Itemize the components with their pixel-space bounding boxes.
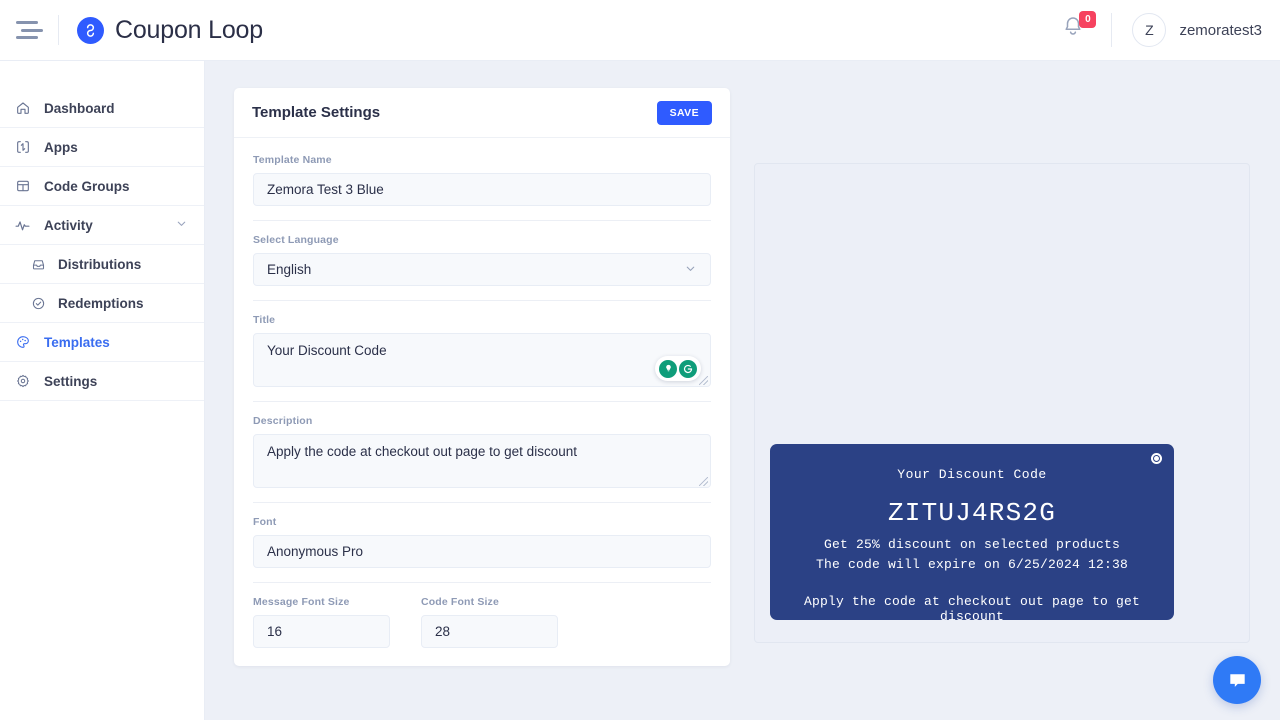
sidebar-item-label: Code Groups xyxy=(44,178,130,194)
description-textarea[interactable]: Apply the code at checkout out page to g… xyxy=(253,434,711,488)
sidebar-item-redemptions[interactable]: Redemptions xyxy=(0,284,204,323)
field-message-font-size: Message Font Size 16 xyxy=(253,596,390,648)
sidebar-item-apps[interactable]: Apps xyxy=(0,128,204,167)
chevron-down-icon[interactable] xyxy=(175,217,188,233)
font-label: Font xyxy=(253,516,277,528)
field-select-language: Select Language English xyxy=(253,234,711,286)
card-body: Template Name Zemora Test 3 Blue Select … xyxy=(234,138,730,666)
sidebar-item-settings[interactable]: Settings xyxy=(0,362,204,401)
description-value: Apply the code at checkout out page to g… xyxy=(267,444,577,459)
divider xyxy=(253,502,711,503)
coupon-line-1: Get 25% discount on selected products xyxy=(823,537,1121,552)
user-name: zemoratest3 xyxy=(1179,21,1262,39)
code-font-size-label: Code Font Size xyxy=(421,596,499,608)
save-button[interactable]: SAVE xyxy=(656,100,712,125)
field-template-name: Template Name Zemora Test 3 Blue xyxy=(253,154,711,206)
divider xyxy=(253,401,711,402)
field-font: Font Anonymous Pro xyxy=(253,516,711,568)
grammarly-refresh-icon[interactable] xyxy=(679,359,697,378)
coupon-message: Apply the code at checkout out page to g… xyxy=(803,594,1141,624)
title-label: Title xyxy=(253,314,276,326)
sidebar-item-dashboard[interactable]: Dashboard xyxy=(0,89,204,128)
description-label: Description xyxy=(253,415,313,427)
sidebar-item-label: Distributions xyxy=(58,256,142,272)
field-background-color: Background Color xyxy=(253,665,390,666)
lightbulb-icon[interactable] xyxy=(659,359,677,378)
background-color-label: Background Color xyxy=(253,665,390,666)
sidebar-item-label: Apps xyxy=(44,139,78,155)
brand-name: Coupon Loop xyxy=(115,15,263,44)
font-size-row: Message Font Size 16 Code Font Size 28 xyxy=(253,596,711,648)
sidebar-item-label: Settings xyxy=(44,373,98,389)
template-name-input[interactable]: Zemora Test 3 Blue xyxy=(253,173,711,206)
title-textarea[interactable]: Your Discount Code xyxy=(253,333,711,387)
gear-icon xyxy=(14,373,31,390)
notifications-button[interactable]: 0 xyxy=(1061,11,1097,46)
sidebar-item-distributions[interactable]: Distributions xyxy=(0,245,204,284)
field-description: Description Apply the code at checkout o… xyxy=(253,415,711,488)
main-content: Template Settings SAVE Template Name Zem… xyxy=(205,61,1280,720)
header-divider-2 xyxy=(1111,13,1113,47)
sidebar-item-templates[interactable]: Templates xyxy=(0,323,204,362)
select-language-value: English xyxy=(267,262,312,277)
field-font-color: Font Color xyxy=(421,665,621,666)
message-font-size-input[interactable]: 16 xyxy=(253,615,390,648)
sidebar-item-label: Dashboard xyxy=(44,100,115,116)
card-header: Template Settings SAVE xyxy=(234,88,730,138)
divider xyxy=(253,220,711,221)
coupon-loop-logo-icon xyxy=(77,16,104,44)
inbox-icon xyxy=(30,256,46,272)
sidebar-item-label: Redemptions xyxy=(58,295,144,311)
title-value: Your Discount Code xyxy=(267,343,387,358)
layout-icon xyxy=(14,178,31,195)
app-header: Coupon Loop 0 Z zemoratest3 xyxy=(0,0,1280,61)
sidebar-item-activity[interactable]: Activity xyxy=(0,206,204,245)
user-menu[interactable]: Z zemoratest3 xyxy=(1132,13,1262,47)
chat-widget-button[interactable] xyxy=(1213,656,1261,704)
sidebar-item-label: Activity xyxy=(44,217,93,233)
hamburger-icon[interactable] xyxy=(16,21,43,39)
activity-icon xyxy=(14,217,31,234)
grammarly-widget[interactable] xyxy=(655,356,701,381)
avatar: Z xyxy=(1132,13,1167,47)
coupon-loop-mark-icon xyxy=(1151,453,1162,464)
color-row: Background Color Font Color xyxy=(253,665,711,666)
font-color-label: Font Color xyxy=(421,665,621,666)
home-icon xyxy=(14,100,31,117)
resize-grip[interactable] xyxy=(699,477,708,486)
chevron-down-icon xyxy=(684,262,697,278)
apps-icon xyxy=(14,139,31,156)
template-settings-card: Template Settings SAVE Template Name Zem… xyxy=(234,88,730,666)
coupon-code: ZITUJ4RS2G xyxy=(887,498,1057,528)
sidebar-item-label: Templates xyxy=(44,334,110,350)
select-language-dropdown[interactable]: English xyxy=(253,253,711,286)
sidebar: Dashboard Apps Code Groups Activity Dist… xyxy=(0,61,205,720)
palette-icon xyxy=(14,334,31,351)
select-language-label: Select Language xyxy=(253,234,339,246)
field-title: Title Your Discount Code xyxy=(253,314,711,387)
chat-bubble-icon xyxy=(1229,673,1245,687)
divider xyxy=(253,300,711,301)
coupon-title: Your Discount Code xyxy=(897,467,1047,482)
brand[interactable]: Coupon Loop xyxy=(77,16,263,45)
code-font-size-input[interactable]: 28 xyxy=(421,615,558,648)
message-font-size-label: Message Font Size xyxy=(253,596,350,608)
header-divider xyxy=(58,15,59,45)
template-name-label: Template Name xyxy=(253,154,332,166)
resize-grip[interactable] xyxy=(699,376,708,385)
sidebar-item-code-groups[interactable]: Code Groups xyxy=(0,167,204,206)
notification-count-badge: 0 xyxy=(1079,11,1097,28)
header-right: 0 Z zemoratest3 xyxy=(1061,11,1280,47)
divider xyxy=(253,582,711,583)
font-input[interactable]: Anonymous Pro xyxy=(253,535,711,568)
check-circle-icon xyxy=(30,295,46,311)
field-code-font-size: Code Font Size 28 xyxy=(421,596,558,648)
coupon-preview-panel: Your Discount Code ZITUJ4RS2G Get 25% di… xyxy=(754,163,1250,643)
page-title: Template Settings xyxy=(252,104,381,121)
coupon-line-2: The code will expire on 6/25/2024 12:38 xyxy=(815,557,1129,572)
coupon-card: Your Discount Code ZITUJ4RS2G Get 25% di… xyxy=(770,444,1174,624)
